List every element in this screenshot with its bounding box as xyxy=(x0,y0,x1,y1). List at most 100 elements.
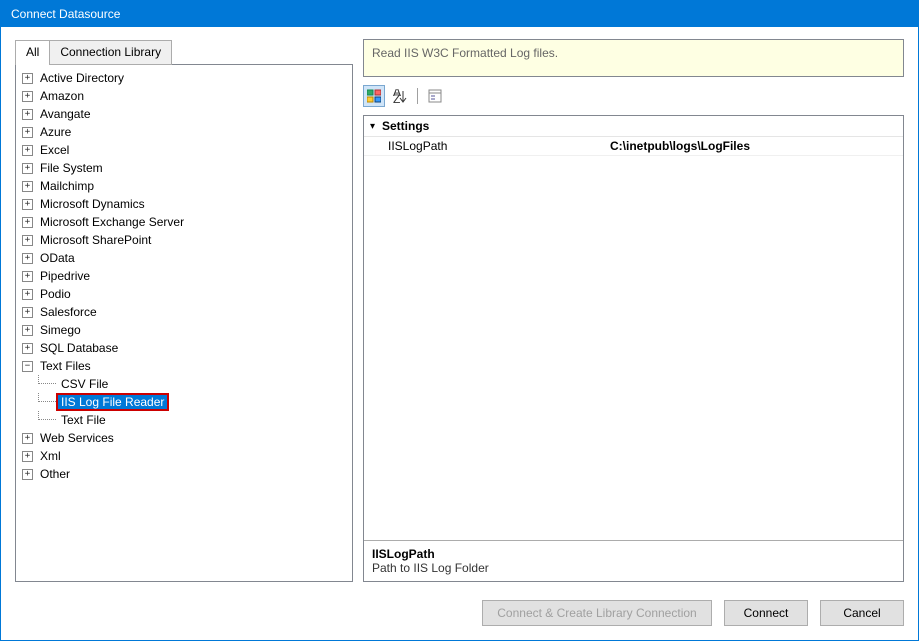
propgrid-desc-title: IISLogPath xyxy=(372,547,895,561)
expand-icon[interactable]: + xyxy=(22,127,33,138)
connect-button[interactable]: Connect xyxy=(724,600,808,626)
tree-child-node[interactable]: IIS Log File Reader xyxy=(18,393,350,411)
propgrid-section-label: Settings xyxy=(382,119,429,133)
tab-all-label: All xyxy=(26,45,39,59)
tree-node[interactable]: + Pipedrive xyxy=(18,267,350,285)
tree-node[interactable]: + Podio xyxy=(18,285,350,303)
tree-child-label: CSV File xyxy=(58,377,111,391)
tree-node-label: File System xyxy=(37,161,106,175)
propgrid-toolbar: AZ xyxy=(363,83,904,109)
propgrid-value[interactable]: C:\inetpub\logs\LogFiles xyxy=(604,137,903,155)
expand-icon[interactable]: + xyxy=(22,73,33,84)
tree-node-label: Amazon xyxy=(37,89,87,103)
description-text: Read IIS W3C Formatted Log files. xyxy=(372,46,558,60)
tree-node-label: Pipedrive xyxy=(37,269,93,283)
left-panel: All Connection Library + Active Directory… xyxy=(15,39,353,582)
tree-node[interactable]: + Simego xyxy=(18,321,350,339)
titlebar: Connect Datasource xyxy=(1,1,918,27)
expand-icon[interactable]: + xyxy=(22,181,33,192)
tree-node[interactable]: −Text Files xyxy=(18,357,350,375)
tree-node-label: Avangate xyxy=(37,107,94,121)
tree-node[interactable]: + Xml xyxy=(18,447,350,465)
propgrid-description-pane: IISLogPath Path to IIS Log Folder xyxy=(364,540,903,581)
expand-icon[interactable]: + xyxy=(22,433,33,444)
tree-node[interactable]: + Web Services xyxy=(18,429,350,447)
alphabetical-view-button[interactable]: AZ xyxy=(389,85,411,107)
tree-node[interactable]: + Mailchimp xyxy=(18,177,350,195)
window-title: Connect Datasource xyxy=(11,7,120,21)
expand-icon[interactable]: + xyxy=(22,469,33,480)
expand-icon[interactable]: + xyxy=(22,217,33,228)
expand-icon[interactable]: + xyxy=(22,253,33,264)
expand-icon[interactable]: + xyxy=(22,109,33,120)
expand-icon[interactable]: + xyxy=(22,145,33,156)
tree-child-label: IIS Log File Reader xyxy=(58,395,167,409)
tab-all[interactable]: All xyxy=(15,40,50,65)
toolbar-separator xyxy=(417,88,418,104)
tree-node-label: Simego xyxy=(37,323,84,337)
tab-connection-library[interactable]: Connection Library xyxy=(49,40,172,65)
expand-icon[interactable]: + xyxy=(22,199,33,210)
expand-icon[interactable]: + xyxy=(22,289,33,300)
tree-node-label: Salesforce xyxy=(37,305,100,319)
tree-node[interactable]: + Excel xyxy=(18,141,350,159)
right-panel: Read IIS W3C Formatted Log files. AZ xyxy=(363,39,904,582)
cancel-button[interactable]: Cancel xyxy=(820,600,904,626)
tree-node[interactable]: + Salesforce xyxy=(18,303,350,321)
tree-node[interactable]: + Azure xyxy=(18,123,350,141)
collapse-icon[interactable]: − xyxy=(22,361,33,372)
tree-node[interactable]: + Microsoft Dynamics xyxy=(18,195,350,213)
tree-node[interactable]: + Amazon xyxy=(18,87,350,105)
tree-child-node[interactable]: CSV File xyxy=(18,375,350,393)
datasource-tree[interactable]: +Active Directory+Amazon+Avangate+Azure+… xyxy=(15,64,353,582)
chevron-down-icon: ▾ xyxy=(370,121,382,132)
expand-icon[interactable]: + xyxy=(22,235,33,246)
tree-node[interactable]: + Avangate xyxy=(18,105,350,123)
tree-node-label: Microsoft SharePoint xyxy=(37,233,154,247)
expand-icon[interactable]: + xyxy=(22,271,33,282)
propgrid-row-iislogpath[interactable]: IISLogPath C:\inetpub\logs\LogFiles xyxy=(364,137,903,156)
tree-node[interactable]: +Microsoft Exchange Server xyxy=(18,213,350,231)
tree-node-label: Other xyxy=(37,467,73,481)
expand-icon[interactable]: + xyxy=(22,163,33,174)
tree-node-label: Microsoft Dynamics xyxy=(37,197,148,211)
propgrid-desc-text: Path to IIS Log Folder xyxy=(372,561,895,575)
main-row: All Connection Library + Active Directory… xyxy=(15,39,904,582)
tree-node[interactable]: + Other xyxy=(18,465,350,483)
expand-icon[interactable]: + xyxy=(22,451,33,462)
tree-node-label: Xml xyxy=(37,449,64,463)
svg-text:Z: Z xyxy=(393,92,400,103)
tree-node[interactable]: + SQL Database xyxy=(18,339,350,357)
propgrid-section-header[interactable]: ▾ Settings xyxy=(364,116,903,137)
categorized-view-button[interactable] xyxy=(363,85,385,107)
dialog-window: Connect Datasource All Connection Librar… xyxy=(0,0,919,641)
tree-node-label: Azure xyxy=(37,125,74,139)
content-area: All Connection Library + Active Directory… xyxy=(1,27,918,640)
tree-node-label: Text Files xyxy=(37,359,94,373)
tree-node-label: Web Services xyxy=(37,431,117,445)
button-row: Connect & Create Library Connection Conn… xyxy=(15,582,904,626)
tree-node-label: Excel xyxy=(37,143,72,157)
property-pages-button[interactable] xyxy=(424,85,446,107)
expand-icon[interactable]: + xyxy=(22,91,33,102)
tree-node[interactable]: + Active Directory xyxy=(18,69,350,87)
description-box: Read IIS W3C Formatted Log files. xyxy=(363,39,904,77)
expand-icon[interactable]: + xyxy=(22,343,33,354)
expand-icon[interactable]: + xyxy=(22,325,33,336)
tree-child-node[interactable]: Text File xyxy=(18,411,350,429)
tree-node-label: SQL Database xyxy=(37,341,121,355)
tree-node[interactable]: + Microsoft SharePoint xyxy=(18,231,350,249)
tree-node-label: Podio xyxy=(37,287,74,301)
tree-node-label: OData xyxy=(37,251,78,265)
propgrid-key: IISLogPath xyxy=(364,137,604,155)
tab-library-label: Connection Library xyxy=(60,45,161,59)
tree-node-label: Mailchimp xyxy=(37,179,97,193)
tree-node-label: Active Directory xyxy=(37,71,127,85)
property-grid: ▾ Settings IISLogPath C:\inetpub\logs\Lo… xyxy=(363,115,904,582)
tree-node[interactable]: + OData xyxy=(18,249,350,267)
connect-create-library-button: Connect & Create Library Connection xyxy=(482,600,712,626)
tab-strip: All Connection Library xyxy=(15,40,353,65)
expand-icon[interactable]: + xyxy=(22,307,33,318)
tree-node[interactable]: + File System xyxy=(18,159,350,177)
tree-child-label: Text File xyxy=(58,413,109,427)
